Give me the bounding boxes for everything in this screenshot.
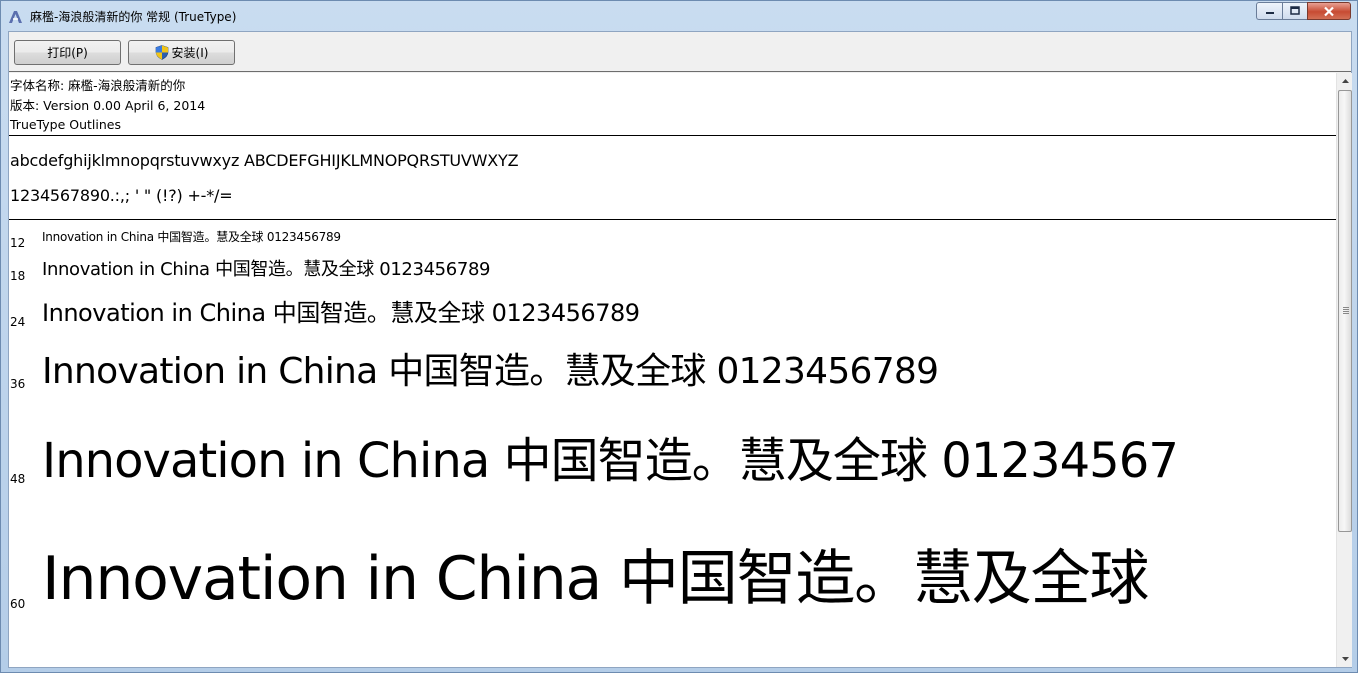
scrollbar-thumb[interactable]: [1338, 90, 1352, 532]
sample-size-label: 48: [10, 472, 26, 486]
title-bar[interactable]: 麻檻-海浪般清新的你 常规 (TrueType): [1, 1, 1357, 31]
chevron-down-icon: [1341, 657, 1349, 661]
sample-period-mark: 。: [529, 351, 565, 392]
sample-size-label: 18: [10, 269, 26, 283]
sample-row: 36 Innovation in China 中国智造。慧及全球 01234567…: [9, 347, 1336, 405]
grip-line: [1343, 309, 1349, 310]
sample-text: Innovation in China 中国智造。慧及全球 0123456789: [42, 347, 939, 397]
sample-period-mark: 。: [204, 230, 217, 244]
sample-row: 24 Innovation in China 中国智造。慧及全球 01234567…: [9, 297, 1336, 335]
maximize-icon: [1290, 6, 1300, 15]
grip-line: [1343, 313, 1349, 314]
font-name-line: 字体名称: 麻檻-海浪般清新的你: [10, 78, 186, 93]
client-area: 打印(P) 安装(I) 字体名称: 麻檻-海浪般清新的你 版本: Version…: [8, 31, 1352, 668]
minimize-button[interactable]: [1256, 2, 1282, 20]
sample-chinese-text: 慧及全球: [738, 433, 928, 489]
install-button-label: 安装(I): [171, 46, 209, 60]
sample-row: 60 Innovation in China 中国智造。慧及全球: [9, 537, 1336, 633]
font-viewer-icon: [7, 8, 23, 24]
sample-digits-text: 0123456789: [484, 299, 640, 327]
sample-text: Innovation in China 中国智造。慧及全球 01234567: [42, 428, 1179, 495]
sample-chinese-text: 中国智造: [215, 259, 286, 280]
close-button[interactable]: [1307, 2, 1351, 20]
sample-period-mark: 。: [691, 433, 740, 489]
sample-period-mark: 。: [854, 544, 914, 614]
sample-size-label: 36: [10, 377, 26, 391]
uac-shield-icon: [155, 45, 168, 60]
font-info: 字体名称: 麻檻-海浪般清新的你 版本: Version 0.00 April …: [10, 76, 205, 135]
scroll-up-button[interactable]: [1337, 73, 1353, 89]
sample-latin-text: Innovation in China: [42, 230, 158, 244]
chevron-up-icon: [1341, 79, 1349, 83]
sample-period-mark: 。: [285, 259, 304, 280]
font-version-line: 版本: Version 0.00 April 6, 2014: [10, 97, 206, 113]
sample-chinese-text: 慧及全球: [912, 544, 1149, 614]
sample-digits-text: 0123456789: [373, 259, 491, 280]
sample-digits-text: 01234567: [926, 433, 1179, 489]
vertical-scrollbar[interactable]: [1336, 73, 1352, 667]
sample-size-label: 24: [10, 315, 26, 329]
font-outline-line: TrueType Outlines: [10, 117, 121, 132]
alphabet-line: abcdefghijklmnopqrstuvwxyz ABCDEFGHIJKLM…: [10, 151, 519, 170]
sample-row: 48 Innovation in China 中国智造。慧及全球 01234567: [9, 428, 1336, 505]
sample-text: Innovation in China 中国智造。慧及全球: [42, 537, 1149, 621]
digits-symbols-line: 1234567890.:,; ' " (!?) +-*/=: [10, 186, 233, 205]
print-button-label: 打印(P): [47, 46, 88, 60]
toolbar: 打印(P) 安装(I): [9, 32, 1351, 72]
sample-size-label: 60: [10, 597, 26, 611]
sample-chinese-text: 中国智造: [503, 433, 693, 489]
sample-chinese-text: 慧及全球: [303, 259, 374, 280]
sample-row: 12 Innovation in China 中国智造。慧及全球 01234567…: [9, 229, 1336, 250]
font-viewer-window: 麻檻-海浪般清新的你 常规 (TrueType) 打印(P) 安装(I) 字体名…: [0, 0, 1358, 673]
sample-chinese-text: 慧及全球: [216, 230, 264, 244]
grip-line: [1343, 307, 1349, 308]
sample-latin-text: Innovation in China: [42, 544, 619, 614]
sample-text: Innovation in China 中国智造。慧及全球 0123456789: [42, 257, 491, 282]
print-button[interactable]: 打印(P): [14, 40, 121, 65]
sample-chinese-text: 中国智造: [388, 351, 530, 392]
sample-text: Innovation in China 中国智造。慧及全球 0123456789: [42, 297, 640, 331]
sample-text: Innovation in China 中国智造。慧及全球 0123456789: [42, 229, 341, 246]
minimize-icon: [1265, 12, 1274, 14]
close-icon: [1324, 6, 1334, 16]
sample-latin-text: Innovation in China: [42, 351, 389, 392]
font-preview-pane[interactable]: 字体名称: 麻檻-海浪般清新的你 版本: Version 0.00 April …: [9, 73, 1336, 667]
sample-digits-text: 0123456789: [263, 230, 341, 244]
install-button[interactable]: 安装(I): [128, 40, 235, 65]
sample-chinese-text: 慧及全球: [390, 299, 485, 327]
sample-chinese-text: 中国智造: [157, 230, 205, 244]
sample-latin-text: Innovation in China: [42, 433, 504, 489]
window-controls: [1256, 2, 1351, 20]
sample-latin-text: Innovation in China: [42, 299, 273, 327]
sample-chinese-text: 慧及全球: [564, 351, 707, 392]
divider: [9, 219, 1336, 220]
sample-latin-text: Innovation in China: [42, 259, 216, 280]
scroll-down-button[interactable]: [1337, 651, 1353, 667]
sample-chinese-text: 中国智造: [618, 544, 855, 614]
sample-digits-text: 0123456789: [705, 351, 939, 392]
divider: [9, 135, 1336, 136]
grip-line: [1343, 311, 1349, 312]
sample-period-mark: 。: [366, 299, 391, 327]
sample-row: 18 Innovation in China 中国智造。慧及全球 01234567…: [9, 257, 1336, 286]
sample-size-label: 12: [10, 236, 26, 250]
maximize-button[interactable]: [1282, 2, 1307, 20]
sample-chinese-text: 中国智造: [272, 299, 368, 327]
window-title: 麻檻-海浪般清新的你 常规 (TrueType): [30, 10, 237, 24]
